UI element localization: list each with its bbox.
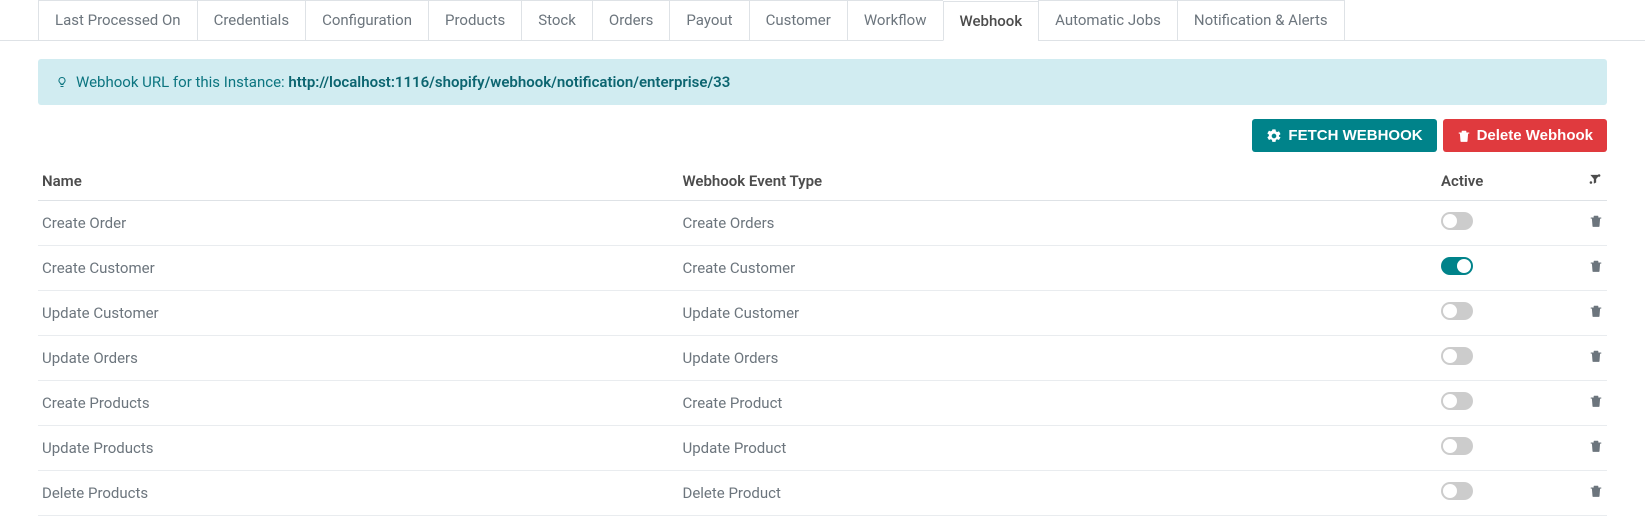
table-row: Create OrderCreate Orders (38, 201, 1607, 246)
tab-customer[interactable]: Customer (749, 0, 847, 40)
active-toggle[interactable] (1441, 482, 1473, 500)
cell-active (1437, 471, 1557, 516)
delete-webhook-button[interactable]: Delete Webhook (1443, 119, 1607, 152)
cell-active (1437, 246, 1557, 291)
action-row: FETCH WEBHOOK Delete Webhook (38, 119, 1607, 152)
tab-products[interactable]: Products (428, 0, 521, 40)
active-toggle[interactable] (1441, 257, 1473, 275)
tab-automatic-jobs[interactable]: Automatic Jobs (1038, 0, 1177, 40)
cell-event-type: Update Orders (678, 336, 1437, 381)
active-toggle[interactable] (1441, 302, 1473, 320)
trash-icon[interactable] (1589, 349, 1603, 363)
cell-delete (1557, 246, 1607, 291)
banner-text: Webhook URL for this Instance: http://lo… (76, 73, 730, 91)
active-toggle[interactable] (1441, 437, 1473, 455)
cell-event-type: Create Orders (678, 201, 1437, 246)
tab-workflow[interactable]: Workflow (847, 0, 943, 40)
cell-name: Update Orders (38, 336, 678, 381)
cell-delete (1557, 471, 1607, 516)
cell-name: Delete Products (38, 471, 678, 516)
active-toggle[interactable] (1441, 347, 1473, 365)
cell-delete (1557, 336, 1607, 381)
col-header-event-type: Webhook Event Type (678, 162, 1437, 201)
tab-last-processed-on[interactable]: Last Processed On (38, 0, 197, 40)
trash-icon[interactable] (1589, 259, 1603, 273)
cell-name: Update Customer (38, 291, 678, 336)
cell-name: Create Products (38, 381, 678, 426)
tab-stock[interactable]: Stock (521, 0, 592, 40)
trash-icon[interactable] (1589, 304, 1603, 318)
cell-delete (1557, 381, 1607, 426)
cell-active (1437, 291, 1557, 336)
cell-event-type: Update Product (678, 426, 1437, 471)
lightbulb-icon (56, 74, 68, 90)
active-toggle[interactable] (1441, 392, 1473, 410)
tab-payout[interactable]: Payout (669, 0, 748, 40)
fetch-webhook-button[interactable]: FETCH WEBHOOK (1252, 119, 1436, 152)
cell-event-type: Update Customer (678, 291, 1437, 336)
filter-icon (1587, 172, 1603, 186)
cell-event-type: Create Customer (678, 246, 1437, 291)
table-row: Update OrdersUpdate Orders (38, 336, 1607, 381)
trash-icon[interactable] (1589, 214, 1603, 228)
gear-icon (1266, 128, 1282, 144)
cell-active (1437, 426, 1557, 471)
table-row: Create ProductsCreate Product (38, 381, 1607, 426)
cell-delete (1557, 426, 1607, 471)
cell-name: Update Products (38, 426, 678, 471)
cell-delete (1557, 201, 1607, 246)
cell-active (1437, 381, 1557, 426)
banner-prefix: Webhook URL for this Instance: (76, 73, 288, 91)
tab-configuration[interactable]: Configuration (305, 0, 428, 40)
tab-credentials[interactable]: Credentials (197, 0, 305, 40)
cell-name: Create Customer (38, 246, 678, 291)
table-row: Create CustomerCreate Customer (38, 246, 1607, 291)
active-toggle[interactable] (1441, 212, 1473, 230)
table-row: Update CustomerUpdate Customer (38, 291, 1607, 336)
tab-webhook[interactable]: Webhook (943, 1, 1039, 41)
trash-icon[interactable] (1589, 394, 1603, 408)
tab-orders[interactable]: Orders (592, 0, 670, 40)
webhook-table: Name Webhook Event Type Active Create Or… (38, 162, 1607, 516)
col-header-filter[interactable] (1557, 162, 1607, 201)
col-header-active: Active (1437, 162, 1557, 201)
cell-active (1437, 201, 1557, 246)
tabs-bar: Last Processed OnCredentialsConfiguratio… (0, 0, 1645, 41)
trash-icon[interactable] (1589, 439, 1603, 453)
table-row: Update ProductsUpdate Product (38, 426, 1607, 471)
table-row: Delete ProductsDelete Product (38, 471, 1607, 516)
trash-icon[interactable] (1589, 484, 1603, 498)
cell-active (1437, 336, 1557, 381)
banner-url: http://localhost:1116/shopify/webhook/no… (288, 73, 730, 91)
fetch-webhook-label: FETCH WEBHOOK (1288, 127, 1422, 144)
tab-notification-alerts[interactable]: Notification & Alerts (1177, 0, 1345, 40)
cell-name: Create Order (38, 201, 678, 246)
delete-webhook-label: Delete Webhook (1477, 127, 1593, 144)
trash-icon (1457, 129, 1471, 143)
col-header-name: Name (38, 162, 678, 201)
webhook-url-banner: Webhook URL for this Instance: http://lo… (38, 59, 1607, 105)
cell-delete (1557, 291, 1607, 336)
cell-event-type: Create Product (678, 381, 1437, 426)
cell-event-type: Delete Product (678, 471, 1437, 516)
